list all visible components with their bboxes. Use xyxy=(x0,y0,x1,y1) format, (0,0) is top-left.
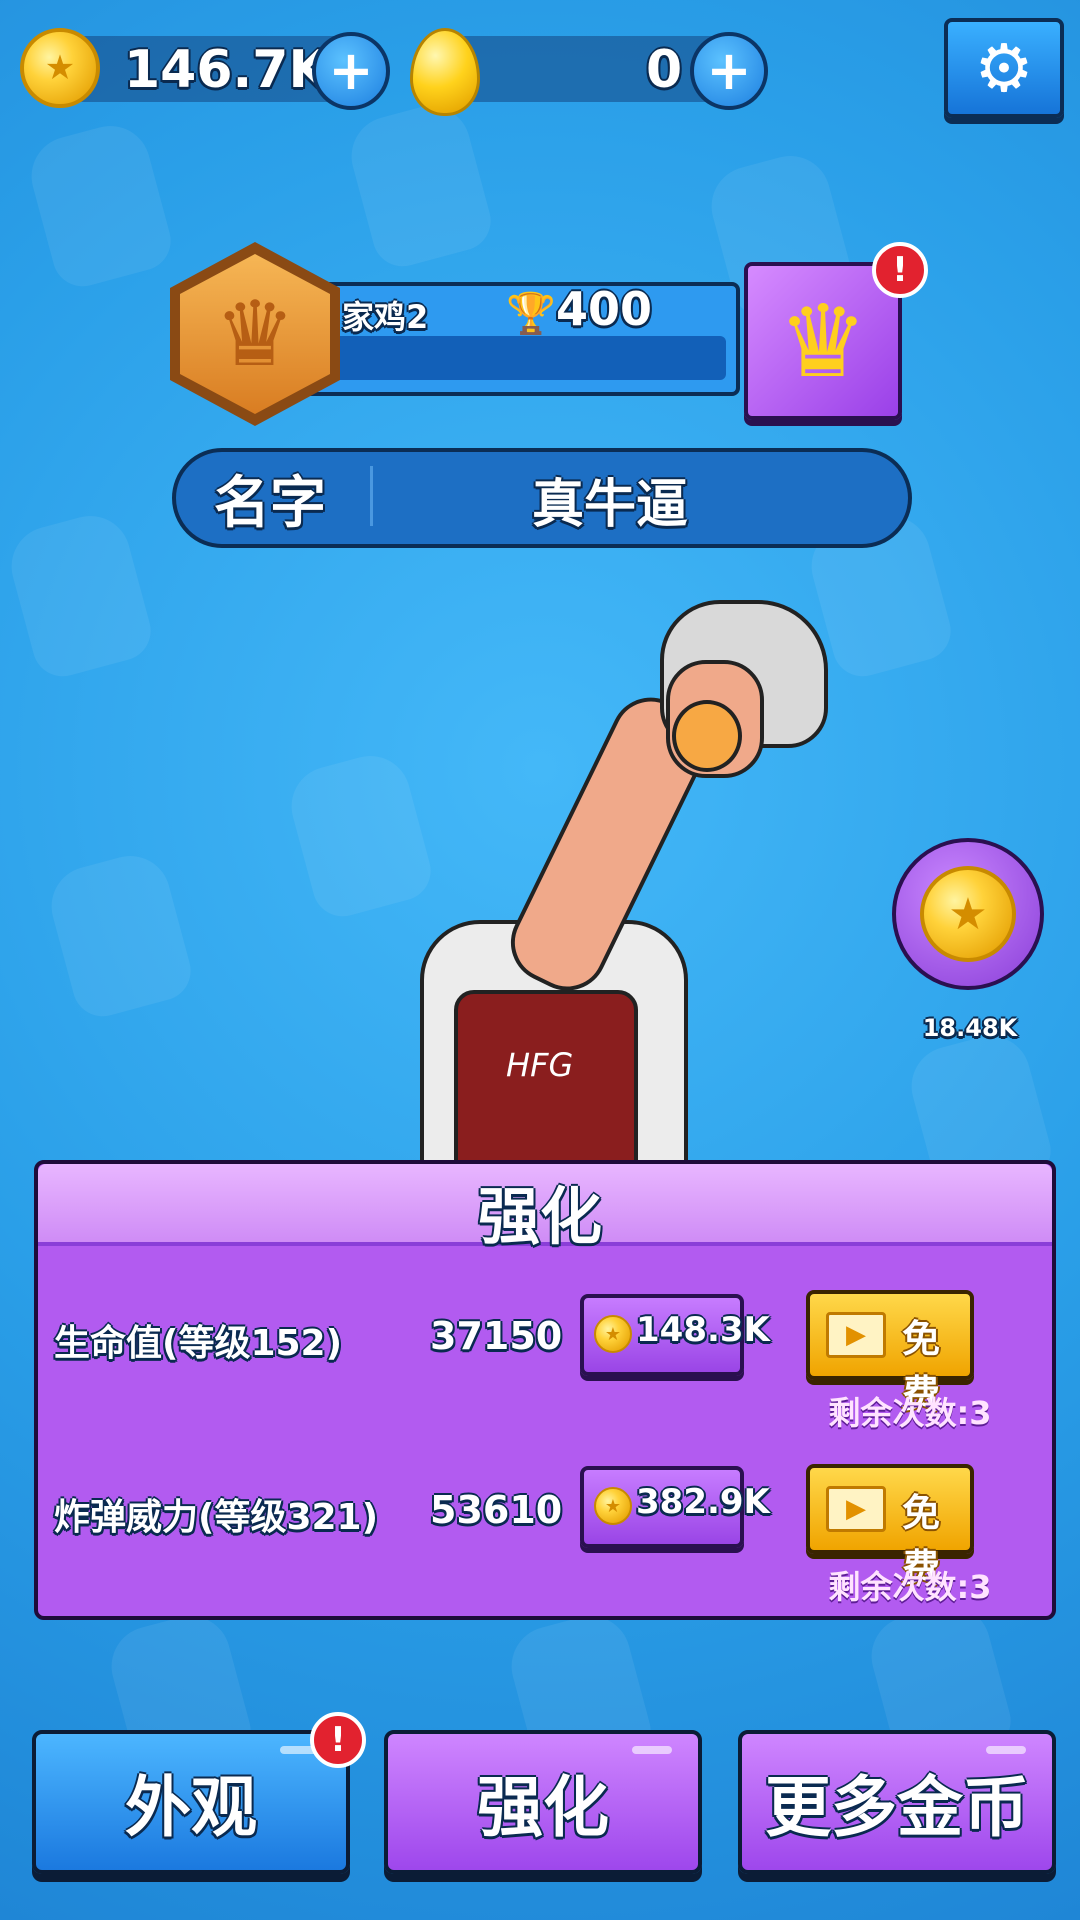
upgrade-bomb-power-button[interactable]: ★ 382.9K xyxy=(580,1466,770,1548)
free-bomb-power-upgrade-button[interactable]: ▶ 免费 xyxy=(806,1464,974,1590)
coin-icon: ★ xyxy=(594,1487,632,1525)
video-icon: ▶ xyxy=(826,1486,886,1532)
appearance-tab-button[interactable]: 外观 xyxy=(32,1730,350,1874)
gear-icon: ⚙ xyxy=(974,29,1034,107)
trophy-icon: 🏆 xyxy=(506,291,556,337)
bomb-power-stat-label: 炸弹威力(等级321) xyxy=(54,1497,379,1538)
coin-reward-value: 18.48K xyxy=(922,1014,1018,1042)
health-upgrade-cost: 148.3K xyxy=(636,1310,770,1350)
name-divider xyxy=(370,466,373,526)
bomb-power-upgrade-cost: 382.9K xyxy=(636,1482,770,1522)
appearance-alert-badge: ! xyxy=(310,1712,366,1768)
coin-icon: ★ xyxy=(20,28,100,108)
button-shine xyxy=(986,1746,1026,1754)
level-progress-bar xyxy=(310,336,726,380)
more-coins-label: 更多金币 xyxy=(765,1769,1029,1846)
coin-balance: 146.7K xyxy=(124,40,329,100)
upgrade-label: 强化 xyxy=(477,1769,609,1846)
settings-button[interactable]: ⚙ xyxy=(944,18,1064,118)
upgrade-health-button[interactable]: ★ 148.3K xyxy=(580,1294,770,1376)
video-icon: ▶ xyxy=(826,1312,886,1358)
coin-icon: ★ xyxy=(594,1315,632,1353)
add-coins-button[interactable]: + xyxy=(312,32,390,110)
coin-icon: ★ xyxy=(920,866,1016,962)
button-shine xyxy=(632,1746,672,1754)
bomb-power-stat-value: 53610 xyxy=(430,1488,563,1532)
health-remaining-count: 剩余次数:3 xyxy=(828,1394,992,1432)
upgrade-panel-title: 强化 xyxy=(477,1180,602,1253)
gem-balance: 0 xyxy=(646,40,683,100)
crown-alert-badge: ! xyxy=(872,242,928,298)
trophy-count: 400 xyxy=(556,282,653,336)
free-health-upgrade-button[interactable]: ▶ 免费 xyxy=(806,1290,974,1416)
upgrade-tab-button[interactable]: 强化 xyxy=(384,1730,702,1874)
health-stat-value: 37150 xyxy=(430,1314,563,1358)
coin-reward-button[interactable]: ★ xyxy=(892,838,1044,990)
health-stat-label: 生命值(等级152) xyxy=(54,1323,343,1364)
more-coins-tab-button[interactable]: 更多金币 xyxy=(738,1730,1056,1874)
name-label: 名字 xyxy=(214,471,326,536)
bomb-power-remaining-count: 剩余次数:3 xyxy=(828,1568,992,1606)
appearance-label: 外观 xyxy=(125,1769,257,1846)
player-name: 真牛逼 xyxy=(531,475,688,535)
level-name: 家鸡2 xyxy=(342,298,429,336)
crown-icon: ♛ xyxy=(778,282,868,400)
add-gems-button[interactable]: + xyxy=(690,32,768,110)
